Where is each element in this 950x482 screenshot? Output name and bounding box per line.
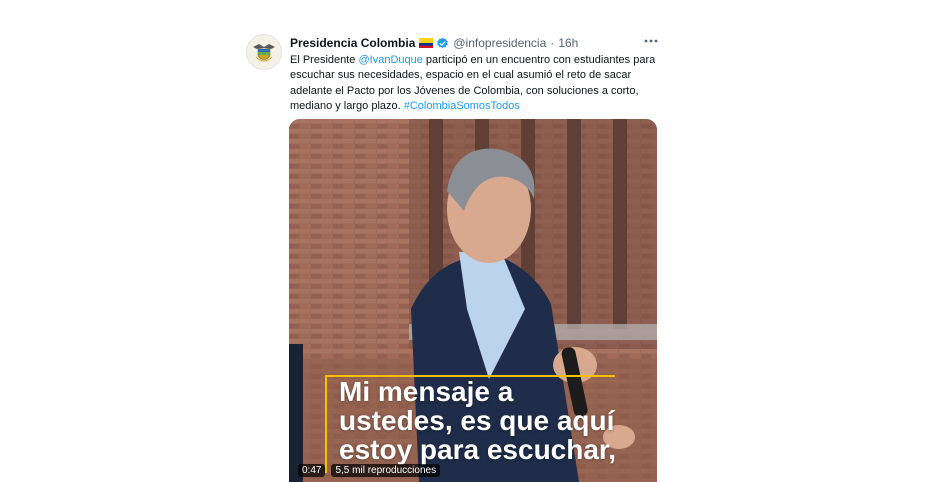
video-duration: 0:47 xyxy=(298,463,326,477)
avatar[interactable] xyxy=(246,34,282,70)
tweet-text: El Presidente @IvanDuque participó en un… xyxy=(290,53,670,115)
caption-line: Mi mensaje a xyxy=(339,376,514,407)
caption-line: estoy para escuchar, xyxy=(339,434,617,465)
author-name[interactable]: Presidencia Colombia xyxy=(290,36,415,50)
author-handle[interactable]: @infopresidencia xyxy=(453,36,546,50)
coat-of-arms-icon xyxy=(253,44,275,62)
tweet-header: Presidencia Colombia @infopresidencia · … xyxy=(290,35,578,51)
verified-badge-icon xyxy=(437,37,449,48)
tweet-timestamp[interactable]: 16h xyxy=(558,36,578,50)
tweet-card[interactable]: Presidencia Colombia @infopresidencia · … xyxy=(0,0,950,482)
hashtag-link[interactable]: #ColombiaSomosTodos xyxy=(404,100,520,112)
caption-line: ustedes, es que aquí xyxy=(339,405,615,436)
mention-link[interactable]: @IvanDuque xyxy=(358,54,422,66)
video-view-count: 5,5 mil reproducciones xyxy=(331,463,441,477)
video-caption: Mi mensaje a ustedes, es que aquí estoy … xyxy=(339,377,649,464)
video-player[interactable]: Mi mensaje a ustedes, es que aquí estoy … xyxy=(289,119,657,482)
tweet-text-part: El Presidente xyxy=(290,54,359,66)
more-options-icon[interactable] xyxy=(642,34,660,48)
header-separator: · xyxy=(550,36,555,50)
video-overlay-info: 0:47 5,5 mil reproducciones xyxy=(298,462,441,478)
colombia-flag-icon xyxy=(419,38,434,48)
